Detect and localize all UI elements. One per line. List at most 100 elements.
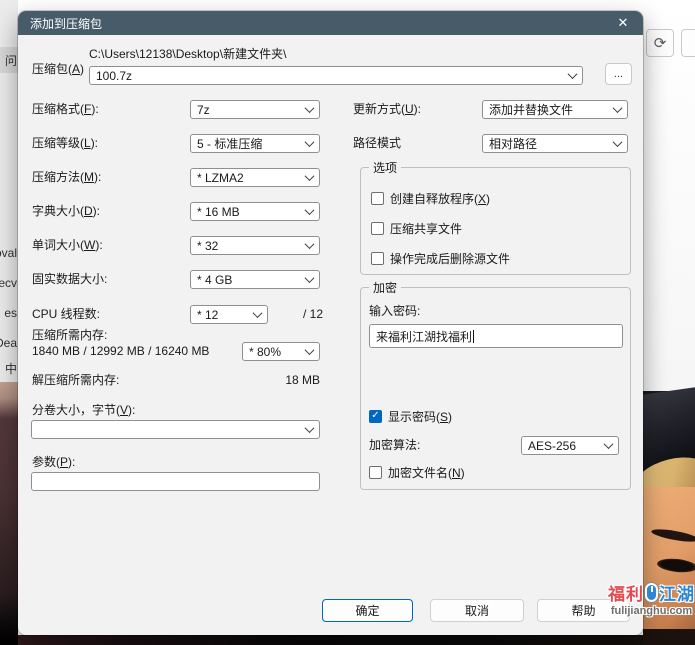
shared-files-checkbox-label: 压缩共享文件 <box>390 220 462 237</box>
close-icon: ✕ <box>618 15 629 31</box>
memory-decompress-value: 18 MB <box>258 371 320 390</box>
word-size-label: 单词大小(W): <box>32 236 103 255</box>
browse-button[interactable]: ... <box>605 63 632 85</box>
sfx-checkbox-label: 创建自释放程序(X) <box>390 190 490 207</box>
encryption-method-combobox[interactable]: AES-256 <box>521 436 619 455</box>
level-label: 压缩等级(L): <box>32 134 98 153</box>
background-window-right: ⟳ <box>643 0 695 645</box>
show-password-checkbox-row[interactable]: ✓ 显示密码(S) <box>369 408 452 424</box>
path-mode-combobox[interactable]: 相对路径 <box>482 134 628 153</box>
shared-files-checkbox-row[interactable]: 压缩共享文件 <box>371 220 462 236</box>
show-password-checkbox-label: 显示密码(S) <box>388 408 452 425</box>
archive-name-value: 100.7z <box>96 69 132 83</box>
path-mode-label: 路径模式 <box>353 134 401 153</box>
archive-dir-path: C:\Users\12138\Desktop\新建文件夹\ <box>89 45 286 64</box>
ellipsis-icon: ... <box>614 68 623 80</box>
checkbox-unchecked-icon[interactable] <box>371 252 384 265</box>
parameters-input[interactable] <box>31 472 320 491</box>
volume-size-label: 分卷大小，字节(V): <box>32 401 135 420</box>
password-input[interactable]: 来福利江湖找福利 <box>369 324 623 348</box>
check-icon: ✓ <box>371 411 379 421</box>
background-text-fragment: Dea <box>0 336 17 350</box>
background-text-fragment: oval <box>0 246 17 260</box>
options-groupbox: 选项 创建自释放程序(X) 压缩共享文件 操作完成后删除源文件 <box>360 167 631 275</box>
ok-button[interactable]: 确定 <box>322 599 413 622</box>
method-combobox[interactable]: * LZMA2 <box>190 168 320 187</box>
options-group-title: 选项 <box>369 159 401 176</box>
volume-size-combobox[interactable] <box>31 420 320 439</box>
cpu-threads-value: * 12 <box>197 308 218 322</box>
archive-label: 压缩包(A) <box>32 60 84 79</box>
cancel-button[interactable]: 取消 <box>430 599 524 622</box>
solid-block-label: 固实数据大小: <box>32 270 107 289</box>
cancel-button-label: 取消 <box>465 602 489 619</box>
watermark-logo: 福利 江湖 <box>604 580 695 605</box>
format-combobox[interactable]: 7z <box>190 100 320 119</box>
encrypt-names-checkbox-row[interactable]: 加密文件名(N) <box>369 464 465 480</box>
update-mode-combobox[interactable]: 添加并替换文件 <box>482 100 628 119</box>
archive-name-combobox[interactable]: 100.7z <box>89 66 583 85</box>
encryption-group-title: 加密 <box>369 279 401 296</box>
cpu-threads-combobox[interactable]: * 12 <box>190 305 268 324</box>
word-size-combobox[interactable]: * 32 <box>190 236 320 255</box>
chevron-down-icon <box>305 171 315 181</box>
background-artwork-left <box>0 382 18 645</box>
format-value: 7z <box>197 103 210 117</box>
clipped-toolbar-button[interactable] <box>681 29 695 57</box>
dialog-titlebar[interactable]: 添加到压缩包 ✕ <box>18 11 643 35</box>
background-text-fragment: ecv <box>0 276 17 290</box>
checkbox-unchecked-icon[interactable] <box>371 222 384 235</box>
dictionary-combobox[interactable]: * 16 MB <box>190 202 320 221</box>
checkbox-unchecked-icon[interactable] <box>369 466 382 479</box>
background-window-left: 问 oval ecv es Dea 中 <box>0 0 18 645</box>
delete-after-checkbox-label: 操作完成后删除源文件 <box>390 250 510 267</box>
chevron-down-icon <box>613 103 623 113</box>
close-button[interactable]: ✕ <box>607 11 639 35</box>
update-mode-value: 添加并替换文件 <box>489 101 573 118</box>
level-combobox[interactable]: 5 - 标准压缩 <box>190 134 320 153</box>
encryption-method-label: 加密算法: <box>369 436 420 455</box>
chevron-down-icon <box>305 103 315 113</box>
update-mode-label: 更新方式(U): <box>353 100 421 119</box>
dialog-title: 添加到压缩包 <box>18 15 102 32</box>
encrypt-names-checkbox-label: 加密文件名(N) <box>388 464 465 481</box>
mouse-icon <box>645 583 658 602</box>
encryption-method-value: AES-256 <box>528 439 576 453</box>
method-label: 压缩方法(M): <box>32 168 101 187</box>
background-text-fragment: 问 <box>5 52 17 69</box>
format-label: 压缩格式(F): <box>32 100 99 119</box>
password-value: 来福利江湖找福利 <box>376 328 472 345</box>
artwork-shadow <box>643 629 695 645</box>
chevron-down-icon <box>604 439 614 449</box>
memory-usage-combobox[interactable]: * 80% <box>242 342 320 361</box>
parameters-label: 参数(P): <box>32 453 75 472</box>
chevron-down-icon <box>613 137 623 147</box>
solid-block-value: * 4 GB <box>197 273 232 287</box>
chevron-down-icon <box>253 308 263 318</box>
encryption-groupbox: 加密 输入密码: 来福利江湖找福利 ✓ 显示密码(S) 加密算法: AES-25… <box>360 287 631 490</box>
refresh-button[interactable]: ⟳ <box>646 29 674 57</box>
background-artwork-bottom <box>18 635 643 645</box>
text-caret <box>473 330 474 343</box>
path-mode-value: 相对路径 <box>489 135 537 152</box>
watermark-text-jianghu: 江湖 <box>659 580 695 605</box>
word-size-value: * 32 <box>197 239 218 253</box>
sfx-checkbox-row[interactable]: 创建自释放程序(X) <box>371 190 490 206</box>
chevron-down-icon <box>305 345 315 355</box>
site-watermark: 福利 江湖 fulijianghu.com <box>604 580 695 617</box>
delete-after-checkbox-row[interactable]: 操作完成后删除源文件 <box>371 250 510 266</box>
chevron-down-icon <box>305 273 315 283</box>
background-text-fragment: es <box>4 306 17 320</box>
dictionary-value: * 16 MB <box>197 205 240 219</box>
chevron-down-icon <box>305 239 315 249</box>
checkbox-unchecked-icon[interactable] <box>371 192 384 205</box>
chevron-down-icon <box>568 69 578 79</box>
password-label: 输入密码: <box>369 302 420 321</box>
checkbox-checked-icon[interactable]: ✓ <box>369 410 382 423</box>
memory-usage-value: * 80% <box>249 345 281 359</box>
solid-block-combobox[interactable]: * 4 GB <box>190 270 320 289</box>
chevron-down-icon <box>305 423 315 433</box>
chevron-down-icon <box>305 137 315 147</box>
help-button-label: 帮助 <box>571 602 595 619</box>
memory-decompress-label: 解压缩所需内存: <box>32 371 119 390</box>
